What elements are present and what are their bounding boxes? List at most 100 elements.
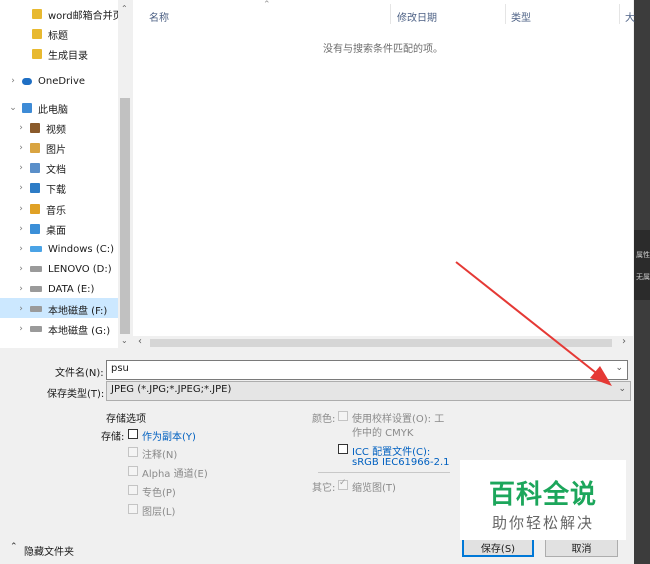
column-divider[interactable] [619, 4, 620, 24]
chevron-down-icon[interactable]: ⌄ [615, 363, 623, 373]
as-copy-checkbox[interactable] [128, 429, 138, 439]
hide-folders-toggle[interactable]: 隐藏文件夹 [24, 543, 74, 558]
nav-item[interactable]: 下载 [30, 178, 66, 198]
scroll-left-icon[interactable]: ‹ [138, 336, 142, 347]
drive-icon [30, 266, 42, 272]
column-header-type[interactable]: 类型 [511, 9, 531, 24]
chevron-right-icon[interactable]: › [16, 304, 26, 314]
nav-item[interactable]: 本地磁盘 (F:) [30, 299, 107, 319]
icc-profile-checkbox[interactable] [338, 444, 348, 454]
filetype-select[interactable]: JPEG (*.JPG;*.JPEG;*.JPE) ⌄ [106, 381, 631, 401]
nav-item-label: 图片 [46, 144, 66, 156]
nav-item-label: 此电脑 [38, 104, 68, 116]
windows-drive-icon [30, 246, 42, 252]
nav-item-label: 下载 [46, 184, 66, 196]
filename-input[interactable]: psu ⌄ [106, 360, 628, 380]
chevron-right-icon[interactable]: › [16, 143, 26, 153]
chevron-right-icon[interactable]: › [16, 284, 26, 294]
desktop-folder-icon [30, 224, 40, 234]
nav-item-label: 视频 [46, 124, 66, 136]
computer-icon [22, 103, 32, 113]
nav-item[interactable]: 图片 [30, 138, 66, 158]
chevron-right-icon[interactable]: › [16, 123, 26, 133]
layers-checkbox[interactable] [128, 504, 138, 514]
nav-item[interactable]: 此电脑 [22, 98, 68, 118]
nav-item[interactable]: 生成目录 [32, 44, 88, 64]
background-panel: 属性 无属 [634, 230, 650, 300]
notes-label: 注释(N) [142, 450, 178, 461]
chevron-up-icon[interactable]: ⌃ [10, 542, 18, 552]
chevron-right-icon[interactable]: › [16, 224, 26, 234]
column-header-date[interactable]: 修改日期 [397, 9, 437, 24]
chevron-right-icon[interactable]: › [16, 183, 26, 193]
save-options-heading: 存储选项 [106, 414, 146, 425]
scroll-up-icon[interactable]: ⌃ [121, 4, 128, 13]
icc-profile-label[interactable]: ICC 配置文件(C): [352, 443, 430, 458]
nav-item[interactable]: 文档 [30, 158, 66, 178]
onedrive-icon [22, 77, 32, 85]
nav-item[interactable]: 本地磁盘 (G:) [30, 319, 110, 339]
spot-color-checkbox[interactable] [128, 485, 138, 495]
storage-label: 存储: [101, 432, 125, 443]
column-divider[interactable] [390, 4, 391, 24]
nav-item[interactable]: DATA (E:) [30, 279, 94, 299]
nav-item-label: 本地磁盘 (G:) [48, 325, 111, 337]
navigation-pane: word邮箱合并页 标题 生成目录 › OneDrive ⌄ 此电脑 › 视频 › 图片 › 文档 › 下载… [0, 0, 132, 348]
chevron-down-icon[interactable]: ⌄ [618, 384, 626, 394]
nav-item[interactable]: 视频 [30, 118, 66, 138]
thumbnail-checkbox[interactable]: ✓ [338, 478, 348, 490]
nav-scrollbar-thumb[interactable] [120, 98, 130, 334]
nav-item-label: 桌面 [46, 225, 66, 237]
scroll-down-icon[interactable]: ⌄ [121, 336, 128, 345]
nav-item[interactable]: LENOVO (D:) [30, 259, 112, 279]
nav-item[interactable]: word邮箱合并页 [32, 4, 123, 24]
filename-label: 文件名(N): [55, 368, 104, 379]
save-button-label: 保存(S) [480, 543, 516, 555]
music-folder-icon [30, 204, 40, 214]
watermark-subtitle: 助你轻松解决 [491, 514, 594, 532]
folder-icon [32, 29, 42, 39]
chevron-right-icon[interactable]: › [16, 204, 26, 214]
empty-message: 没有与搜索条件匹配的项。 [323, 44, 443, 55]
column-divider[interactable] [505, 4, 506, 24]
column-header-name[interactable]: 名称 [149, 9, 169, 24]
nav-item[interactable]: 标题 [32, 24, 68, 44]
nav-item-label: DATA (E:) [48, 283, 95, 295]
background-text: 属性 [636, 251, 650, 259]
proof-setup-label-cont: 作中的 CMYK [352, 428, 414, 439]
chevron-right-icon[interactable]: › [16, 324, 26, 334]
notes-checkbox[interactable] [128, 447, 138, 457]
alpha-checkbox[interactable] [128, 466, 138, 476]
nav-item-label: 文档 [46, 164, 66, 176]
proof-setup-checkbox[interactable] [338, 411, 348, 421]
chevron-right-icon[interactable]: › [8, 76, 18, 86]
scroll-right-icon[interactable]: › [622, 336, 626, 347]
nav-item[interactable]: Windows (C:) [30, 239, 114, 259]
save-button[interactable]: 保存(S) [462, 537, 534, 557]
nav-item-label: LENOVO (D:) [48, 263, 112, 275]
as-copy-label[interactable]: 作为副本(Y) [142, 428, 196, 443]
background-app-strip: 属性 无属 [634, 0, 650, 564]
cancel-button[interactable]: 取消 [545, 537, 618, 557]
thumbnail-label: 缩览图(T) [352, 483, 396, 494]
drive-icon [30, 326, 42, 332]
column-header-size[interactable]: 大 [625, 9, 635, 24]
cancel-button-label: 取消 [571, 543, 592, 555]
nav-item[interactable]: 音乐 [30, 199, 66, 219]
chevron-right-icon[interactable]: › [16, 264, 26, 274]
background-text: 无属 [636, 273, 650, 281]
icc-profile-value: sRGB IEC61966-2.1 [352, 457, 450, 468]
nav-item-label: 音乐 [46, 205, 66, 217]
chevron-down-icon[interactable]: ⌄ [8, 103, 18, 113]
pictures-folder-icon [30, 143, 40, 153]
folder-icon [32, 9, 42, 19]
horizontal-scrollbar-thumb[interactable] [150, 339, 612, 347]
chevron-right-icon[interactable]: › [16, 163, 26, 173]
sort-up-icon: ⌃ [263, 0, 271, 10]
nav-item[interactable]: 桌面 [30, 219, 66, 239]
nav-item[interactable]: OneDrive [22, 71, 85, 91]
divider [318, 472, 450, 473]
filename-value: psu [111, 363, 129, 374]
file-list[interactable]: ⌃ 名称 修改日期 类型 大 没有与搜索条件匹配的项。 [133, 0, 635, 348]
chevron-right-icon[interactable]: › [16, 244, 26, 254]
